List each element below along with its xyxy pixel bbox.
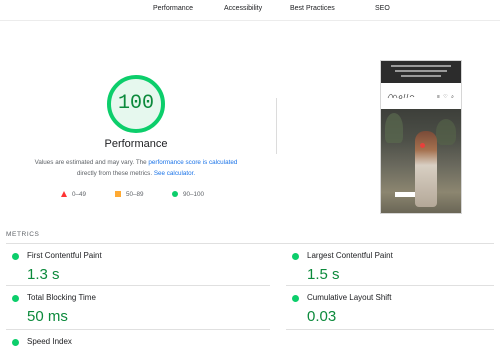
metrics-divider <box>6 243 494 244</box>
nav-divider <box>0 20 500 21</box>
legend-fail: 0–49 <box>61 191 86 198</box>
pass-circle-icon <box>12 253 19 260</box>
hero-model <box>415 131 437 207</box>
metrics-heading: METRICS <box>6 231 40 238</box>
circle-icon <box>172 191 178 198</box>
tab-accessibility[interactable]: Accessibility <box>224 5 262 12</box>
hero-flower <box>420 143 425 148</box>
score-calculated-link[interactable]: performance score is calculated <box>148 159 237 166</box>
tab-performance[interactable]: Performance <box>153 5 193 12</box>
metric-label: First Contentful Paint <box>27 251 102 260</box>
disclaimer-text-1: Values are estimated and may vary. The <box>34 159 149 166</box>
legend-average-range: 50–89 <box>126 191 144 198</box>
score-disclaimer: Values are estimated and may vary. The p… <box>6 157 266 179</box>
category-tabs: Performance Accessibility Best Practices… <box>0 0 500 21</box>
metric-value: 0.03 <box>307 308 337 325</box>
legend-fail-range: 0–49 <box>72 191 87 198</box>
pass-circle-icon <box>292 253 299 260</box>
score-value: 100 <box>117 92 154 115</box>
metric-label: Largest Contentful Paint <box>307 251 393 260</box>
pass-circle-icon <box>292 295 299 302</box>
metric-value: 1.3 s <box>27 266 60 283</box>
hero-foliage-left <box>385 113 403 143</box>
metric-label: Total Blocking Time <box>27 293 96 302</box>
calculator-link[interactable]: See calculator. <box>154 170 195 177</box>
pass-circle-icon <box>12 295 19 302</box>
legend-pass-range: 90–100 <box>183 191 205 198</box>
metric-row-divider <box>6 329 270 330</box>
brand-logo <box>387 93 415 99</box>
hero-button <box>395 192 415 197</box>
metric-label: Speed Index <box>27 337 72 346</box>
metric-value: 1.5 s <box>307 266 340 283</box>
pass-circle-icon <box>12 339 19 346</box>
triangle-icon <box>61 191 67 198</box>
metric-label: Cumulative Layout Shift <box>307 293 392 302</box>
legend-average: 50–89 <box>115 191 144 198</box>
header-icons: ≡ ♡ ⌕ <box>437 94 455 100</box>
promo-banner <box>381 61 461 83</box>
hero-foliage-right <box>436 119 456 145</box>
tab-best-practices[interactable]: Best Practices <box>290 5 335 12</box>
legend-pass: 90–100 <box>172 191 204 198</box>
square-icon <box>115 191 121 198</box>
page-screenshot-thumbnail[interactable]: ≡ ♡ ⌕ <box>380 60 462 214</box>
tab-seo[interactable]: SEO <box>375 5 390 12</box>
category-title: Performance <box>104 138 168 150</box>
metric-row-divider <box>6 285 270 286</box>
metric-row-divider <box>286 285 494 286</box>
vertical-divider <box>276 98 277 154</box>
disclaimer-text-2: directly from these metrics. <box>76 170 154 177</box>
metric-row-divider <box>286 329 494 330</box>
metric-value: 50 ms <box>27 308 68 325</box>
